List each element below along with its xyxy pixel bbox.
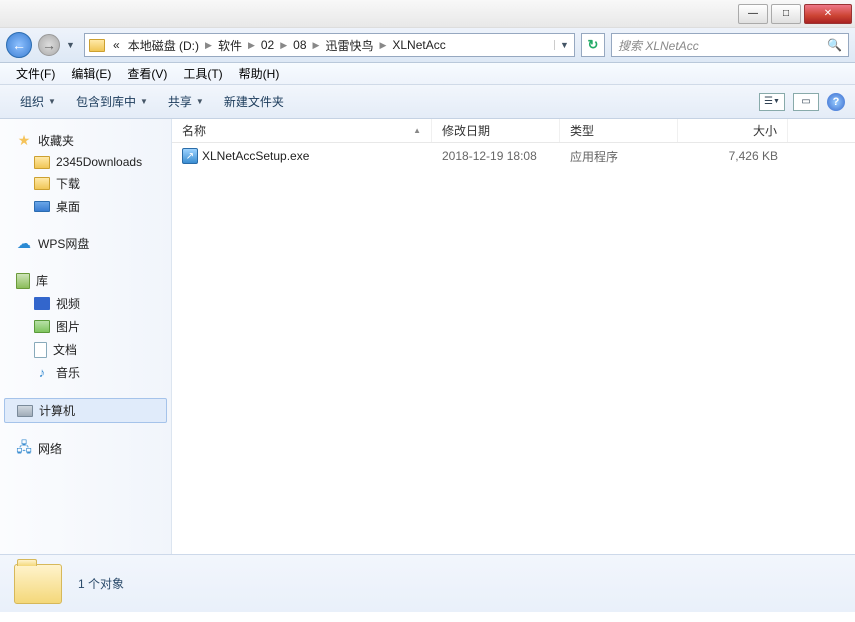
computer-icon	[17, 405, 33, 417]
main-area: ★收藏夹 2345Downloads 下载 桌面 ☁WPS网盘 库 视频 图片 …	[0, 119, 855, 554]
picture-icon	[34, 320, 50, 333]
preview-pane-button[interactable]: ▭	[793, 93, 819, 111]
navigation-pane: ★收藏夹 2345Downloads 下载 桌面 ☁WPS网盘 库 视频 图片 …	[0, 119, 172, 554]
breadcrumb-part[interactable]: 08	[289, 38, 310, 52]
breadcrumb-part[interactable]: 软件	[214, 37, 246, 54]
chevron-right-icon[interactable]: ▶	[311, 40, 322, 51]
chevron-right-icon[interactable]: ▶	[377, 40, 388, 51]
library-icon	[16, 273, 30, 289]
column-headers: 名称▲ 修改日期 类型 大小	[172, 119, 855, 143]
sidebar-item-pictures[interactable]: 图片	[4, 315, 167, 338]
sidebar-favorites[interactable]: ★收藏夹	[4, 129, 167, 152]
share-button[interactable]: 共享▼	[158, 89, 214, 114]
include-library-button[interactable]: 包含到库中▼	[66, 89, 158, 114]
sidebar-libraries[interactable]: 库	[4, 269, 167, 292]
star-icon: ★	[16, 133, 32, 149]
chevron-down-icon: ▼	[48, 97, 56, 106]
sidebar-computer[interactable]: 计算机	[4, 398, 167, 423]
refresh-button[interactable]: ↻	[581, 33, 605, 57]
breadcrumb-part[interactable]: 02	[257, 38, 278, 52]
breadcrumb-part[interactable]: 本地磁盘 (D:)	[124, 37, 203, 54]
breadcrumb-part[interactable]: XLNetAcc	[388, 38, 449, 52]
menu-help[interactable]: 帮助(H)	[231, 63, 288, 84]
sidebar-wps[interactable]: ☁WPS网盘	[4, 232, 167, 255]
status-text: 1 个对象	[78, 575, 124, 592]
breadcrumb-part[interactable]: 迅雷快鸟	[321, 37, 377, 54]
menu-file[interactable]: 文件(F)	[8, 63, 63, 84]
maximize-button[interactable]: □	[771, 4, 801, 24]
menu-tools[interactable]: 工具(T)	[175, 63, 230, 84]
file-name: XLNetAccSetup.exe	[202, 149, 309, 163]
status-bar: 1 个对象	[0, 554, 855, 612]
video-icon	[34, 297, 50, 310]
back-button[interactable]: ←	[6, 32, 32, 58]
view-mode-button[interactable]: ☰ ▼	[759, 93, 785, 111]
forward-button[interactable]: →	[38, 34, 60, 56]
column-size[interactable]: 大小	[678, 119, 788, 142]
column-date[interactable]: 修改日期	[432, 119, 560, 142]
file-size: 7,426 KB	[729, 149, 778, 163]
file-type: 应用程序	[570, 148, 618, 165]
sidebar-item-documents[interactable]: 文档	[4, 338, 167, 361]
file-list-pane: 名称▲ 修改日期 类型 大小 ↗ XLNetAccSetup.exe 2018-1…	[172, 119, 855, 554]
nav-history-dropdown[interactable]: ▼	[66, 40, 78, 50]
sidebar-item-2345downloads[interactable]: 2345Downloads	[4, 152, 167, 172]
sidebar-item-videos[interactable]: 视频	[4, 292, 167, 315]
folder-icon	[89, 39, 105, 52]
help-icon[interactable]: ?	[827, 93, 845, 111]
organize-button[interactable]: 组织▼	[10, 89, 66, 114]
folder-icon	[34, 156, 50, 169]
close-button[interactable]: ✕	[804, 4, 852, 24]
menu-bar: 文件(F) 编辑(E) 查看(V) 工具(T) 帮助(H)	[0, 63, 855, 85]
search-placeholder: 搜索 XLNetAcc	[618, 37, 699, 54]
sidebar-item-music[interactable]: ♪音乐	[4, 361, 167, 384]
exe-icon: ↗	[182, 148, 198, 164]
chevron-right-icon[interactable]: ▶	[246, 40, 257, 51]
folder-large-icon	[14, 564, 62, 604]
column-name[interactable]: 名称▲	[172, 119, 432, 142]
search-icon[interactable]: 🔍	[827, 38, 842, 52]
minimize-button[interactable]: —	[738, 4, 768, 24]
document-icon	[34, 342, 47, 358]
address-bar[interactable]: « 本地磁盘 (D:) ▶ 软件 ▶ 02 ▶ 08 ▶ 迅雷快鸟 ▶ XLNe…	[84, 33, 575, 57]
address-dropdown[interactable]: ▼	[554, 40, 570, 50]
window-titlebar: — □ ✕	[0, 0, 855, 28]
sidebar-item-downloads[interactable]: 下载	[4, 172, 167, 195]
file-date: 2018-12-19 18:08	[442, 149, 537, 163]
desktop-icon	[34, 201, 50, 212]
sidebar-item-desktop[interactable]: 桌面	[4, 195, 167, 218]
network-icon: 🖧	[16, 441, 32, 457]
chevron-down-icon: ▼	[140, 97, 148, 106]
search-input[interactable]: 搜索 XLNetAcc 🔍	[611, 33, 849, 57]
sidebar-network[interactable]: 🖧网络	[4, 437, 167, 460]
chevron-right-icon[interactable]: ▶	[203, 40, 214, 51]
new-folder-button[interactable]: 新建文件夹	[214, 89, 294, 114]
breadcrumb-prefix: «	[109, 38, 124, 52]
file-row[interactable]: ↗ XLNetAccSetup.exe 2018-12-19 18:08 应用程序…	[172, 143, 855, 169]
music-icon: ♪	[34, 365, 50, 381]
command-toolbar: 组织▼ 包含到库中▼ 共享▼ 新建文件夹 ☰ ▼ ▭ ?	[0, 85, 855, 119]
menu-view[interactable]: 查看(V)	[119, 63, 175, 84]
address-toolbar: ← → ▼ « 本地磁盘 (D:) ▶ 软件 ▶ 02 ▶ 08 ▶ 迅雷快鸟 …	[0, 28, 855, 63]
sort-arrow-icon: ▲	[413, 126, 421, 135]
chevron-down-icon: ▼	[196, 97, 204, 106]
chevron-right-icon[interactable]: ▶	[278, 40, 289, 51]
column-type[interactable]: 类型	[560, 119, 678, 142]
folder-icon	[34, 177, 50, 190]
cloud-icon: ☁	[16, 236, 32, 252]
menu-edit[interactable]: 编辑(E)	[63, 63, 119, 84]
